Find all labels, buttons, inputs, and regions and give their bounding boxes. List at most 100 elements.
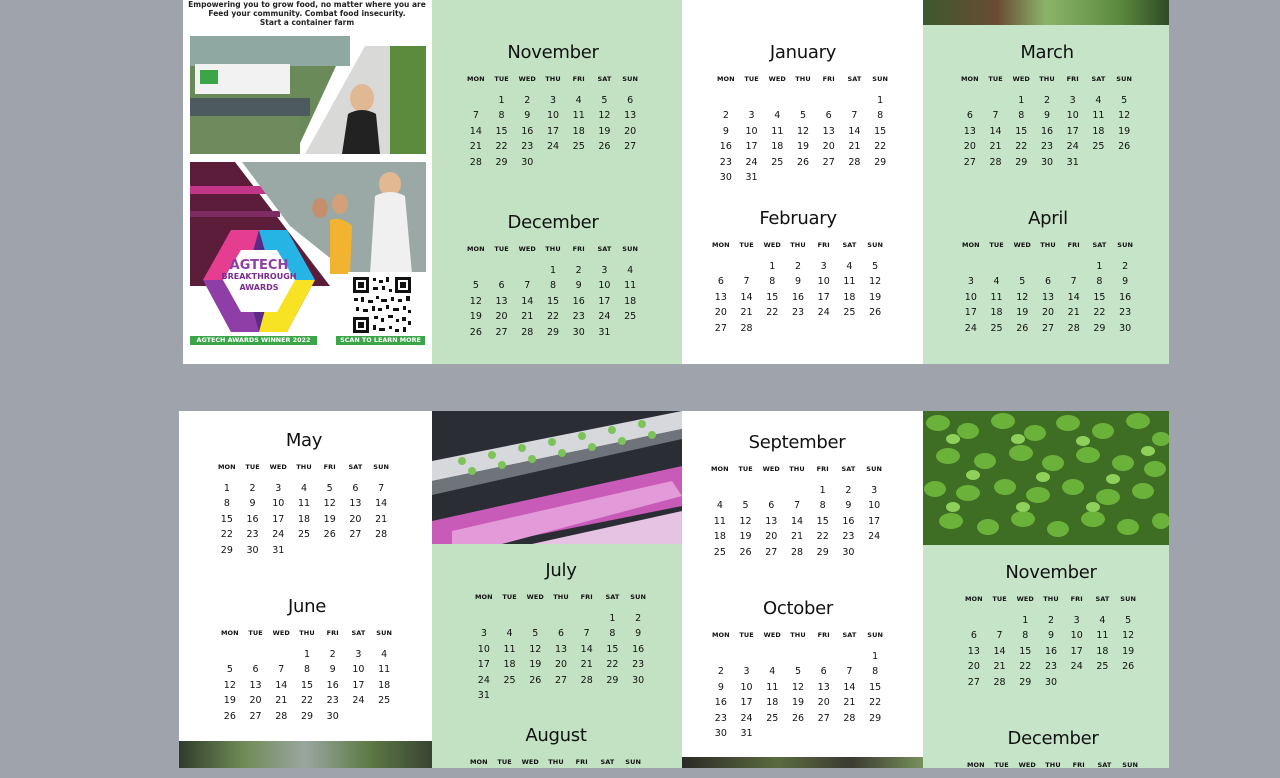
day-number: 9 xyxy=(635,628,642,640)
agtech-title: AGTECH xyxy=(229,258,289,273)
weekday-label: MON xyxy=(960,75,979,83)
day-number: 2 xyxy=(249,483,256,494)
day-number: 29 xyxy=(1015,156,1028,168)
day-number: 10 xyxy=(817,276,830,288)
empty-day xyxy=(842,95,868,107)
empty-day xyxy=(758,485,784,497)
day-number: 2 xyxy=(329,649,336,660)
day-number: 29 xyxy=(220,544,233,556)
weekday-label: SAT xyxy=(348,463,363,471)
day-number: 26 xyxy=(323,529,336,541)
day-number: 15 xyxy=(869,681,882,693)
day-number: 15 xyxy=(1015,125,1028,137)
day-number: 27 xyxy=(822,156,835,168)
day-number: 26 xyxy=(739,546,752,558)
month-title: March xyxy=(1020,42,1074,63)
day-number: 7 xyxy=(846,666,853,678)
weekday-label: FRI xyxy=(1070,595,1083,603)
day-number: 15 xyxy=(546,295,560,307)
weekday-label: TUE xyxy=(992,595,1007,603)
weekday-label: FRI xyxy=(1066,75,1079,83)
day-number: 26 xyxy=(469,326,482,338)
day-number: 15 xyxy=(816,515,829,527)
day-number: 7 xyxy=(851,110,858,122)
day-number: 16 xyxy=(1119,291,1132,303)
qr-code[interactable] xyxy=(351,275,413,335)
day-number: 22 xyxy=(1093,307,1106,319)
month-title: November xyxy=(1005,562,1097,583)
day-number: 3 xyxy=(601,265,608,276)
day-grid: MON TUE WED THU FRI SAT SUN 1 2 3 4 5 6 7 8 9 10 11 12 13 14… xyxy=(708,241,888,335)
day-number: 7 xyxy=(992,110,999,122)
day-grid: MON TUE WED THU FRI SAT SUN 1 2 3 4 5 6 7 8 9 10 11 12 13 14… xyxy=(463,245,643,339)
collage-panel: Empowering you to grow food, no matter w… xyxy=(183,0,432,364)
weekday-label: SUN xyxy=(867,631,883,639)
day-number: 3 xyxy=(871,485,878,496)
tagline: Empowering you to grow food, no matter w… xyxy=(183,0,431,27)
day-number: 10 xyxy=(1070,630,1083,642)
empty-day xyxy=(217,649,243,661)
day-number: 11 xyxy=(1092,110,1105,122)
day-number: 19 xyxy=(791,697,805,709)
day-number: 4 xyxy=(774,110,781,122)
weekday-label: THU xyxy=(553,593,569,601)
day-number: 19 xyxy=(869,291,882,303)
weekday-label: WED xyxy=(768,75,786,83)
bottom-left-photo xyxy=(179,741,432,768)
day-number: 20 xyxy=(624,125,637,137)
month-title: February xyxy=(759,208,837,229)
empty-day xyxy=(790,95,816,107)
day-number: 8 xyxy=(819,500,826,512)
day-number: 25 xyxy=(572,141,585,153)
day-number: 1 xyxy=(769,261,776,272)
month-title: January xyxy=(769,42,837,63)
weekday-label: MON xyxy=(961,241,980,249)
day-number: 10 xyxy=(745,125,758,137)
weekday-label: FRI xyxy=(575,758,588,766)
weekday-label: TUE xyxy=(502,593,517,601)
calendar-october: October MON TUE WED THU FRI SAT SUN 1 2 3 4 5 6 7 8 9 10 1… xyxy=(708,598,888,740)
day-number: 12 xyxy=(598,110,611,122)
day-number: 30 xyxy=(1044,676,1058,688)
day-number: 21 xyxy=(989,141,1002,153)
scan-label[interactable]: SCAN TO LEARN MORE xyxy=(336,336,425,345)
day-number: 28 xyxy=(275,710,288,722)
day-number: 1 xyxy=(872,651,879,662)
day-number: 14 xyxy=(993,645,1006,657)
weekday-label: TUE xyxy=(245,463,260,471)
day-number: 21 xyxy=(375,513,388,525)
day-number: 16 xyxy=(842,515,855,527)
empty-day xyxy=(1009,261,1035,273)
day-number: 21 xyxy=(740,307,753,319)
month-title: April xyxy=(1028,208,1068,229)
weekday-label: SAT xyxy=(600,758,615,766)
day-number: 22 xyxy=(1015,141,1028,153)
day-number: 7 xyxy=(378,483,385,494)
day-number: 19 xyxy=(739,531,752,543)
weekday-label: FRI xyxy=(580,593,593,601)
day-number: 11 xyxy=(624,280,637,292)
day-number: 20 xyxy=(822,141,835,153)
day-number: 14 xyxy=(375,498,388,510)
day-number: 21 xyxy=(521,311,534,323)
day-number: 12 xyxy=(223,679,236,691)
day-number: 6 xyxy=(498,280,505,292)
day-number: 3 xyxy=(549,95,557,106)
tagline-line-2: Feed your community. Combat food insecur… xyxy=(208,9,406,18)
day-number: 3 xyxy=(1069,95,1076,106)
day-number: 1 xyxy=(303,649,311,660)
day-number: 8 xyxy=(1096,276,1103,288)
day-number: 11 xyxy=(378,664,391,676)
weekday-label: SAT xyxy=(351,629,366,637)
day-number: 9 xyxy=(845,500,852,512)
weekday-label: SAT xyxy=(841,465,856,473)
day-number: 16 xyxy=(1040,125,1054,137)
day-number: 22 xyxy=(1019,661,1032,673)
empty-day xyxy=(514,265,540,277)
empty-day xyxy=(734,651,760,663)
day-number: 11 xyxy=(843,276,856,288)
empty-day xyxy=(733,485,759,497)
day-number: 25 xyxy=(503,674,516,686)
weekday-label: FRI xyxy=(822,75,835,83)
day-number: 13 xyxy=(554,643,568,655)
